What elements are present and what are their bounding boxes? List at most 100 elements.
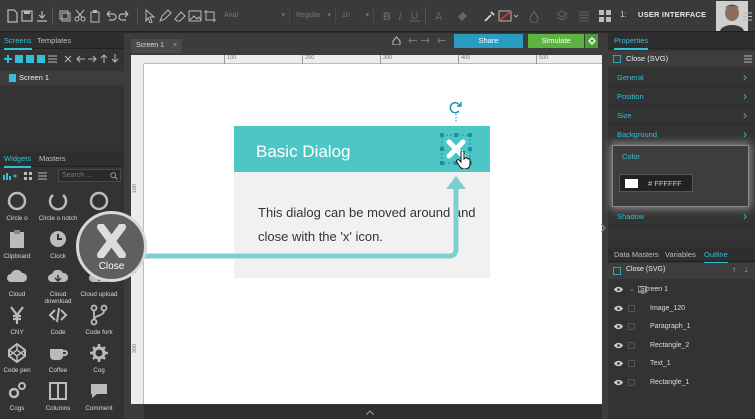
font-style-select[interactable]: Regular (292, 8, 336, 24)
nav-forward-icon[interactable] (421, 37, 430, 44)
nav-back-icon[interactable] (408, 37, 417, 44)
tab-properties[interactable]: Properties (614, 36, 649, 50)
outline-item[interactable]: Text_1 (608, 355, 755, 373)
section-background[interactable]: Background (608, 126, 755, 144)
svg-text:B: B (383, 11, 391, 23)
collapse-up-icon[interactable] (366, 410, 374, 415)
document-tab[interactable]: Screen 1 × (131, 39, 182, 53)
lock-checkbox[interactable] (628, 304, 635, 312)
tab-masters[interactable]: Masters (39, 154, 66, 163)
rotate-handle-icon[interactable] (448, 100, 464, 122)
widget-item[interactable]: Comment (79, 380, 119, 419)
section-shadow[interactable]: Shadow (608, 208, 755, 226)
underline-icon[interactable]: U (408, 9, 422, 23)
widget-search-input[interactable]: Search ... (58, 169, 121, 182)
ui-mode-label[interactable]: USER INTERFACE (638, 10, 706, 19)
tab-variables[interactable]: Variables (665, 250, 696, 259)
close-tab-icon[interactable]: × (173, 39, 177, 53)
section-general[interactable]: General (608, 69, 755, 87)
move-up-icon[interactable]: ↑ (732, 265, 736, 274)
outline-item[interactable]: ⌄ Screen 1 (608, 281, 755, 299)
outline-item[interactable]: Rectangle_1 (608, 374, 755, 392)
eye-icon[interactable] (614, 360, 623, 367)
download-icon[interactable] (35, 9, 49, 23)
eye-icon[interactable] (614, 379, 623, 386)
zoom-label[interactable]: 1: (620, 10, 627, 19)
tab-data-masters[interactable]: Data Masters (614, 250, 659, 259)
eraser-icon[interactable] (173, 9, 187, 23)
widget-item[interactable]: Cogs (0, 380, 37, 419)
align-icon[interactable] (577, 9, 591, 23)
grid-icon[interactable] (598, 9, 612, 23)
list-view-icon[interactable] (48, 55, 57, 63)
eye-icon[interactable] (614, 305, 623, 312)
italic-icon[interactable]: I (394, 9, 408, 23)
eye-icon[interactable] (614, 342, 623, 349)
font-size-select[interactable]: 10 (338, 8, 374, 24)
arrow-right-icon[interactable] (88, 55, 97, 63)
add-folder-icon[interactable] (15, 55, 23, 63)
section-size[interactable]: Size (608, 107, 755, 125)
widget-item[interactable]: Columns (38, 380, 78, 419)
dialog-header[interactable]: Basic Dialog (234, 126, 490, 172)
add-screen-icon[interactable] (4, 55, 12, 63)
element-menu-icon[interactable] (744, 55, 752, 63)
eye-icon[interactable] (614, 286, 623, 293)
screen-list-item[interactable]: Screen 1 (0, 71, 124, 85)
screen-template-icon[interactable] (37, 55, 45, 63)
image-icon[interactable] (188, 9, 202, 23)
fill-icon[interactable] (455, 9, 469, 23)
pen-tool-icon[interactable] (158, 9, 172, 23)
outline-item[interactable]: Paragraph_1 (608, 318, 755, 336)
copy-icon[interactable] (58, 9, 72, 23)
lock-checkbox[interactable] (628, 378, 635, 386)
delete-screen-icon[interactable] (64, 55, 72, 63)
new-file-icon[interactable] (5, 9, 19, 23)
expand-arrow-icon[interactable]: ⌄ (629, 281, 635, 299)
opacity-icon[interactable] (527, 9, 541, 23)
section-position[interactable]: Position (608, 88, 755, 106)
crop-icon[interactable] (203, 9, 217, 23)
font-family-select[interactable]: Arial (220, 8, 290, 24)
lock-checkbox[interactable] (628, 341, 635, 349)
layers-icon[interactable] (555, 9, 569, 23)
stroke-color-icon[interactable] (498, 9, 520, 23)
arrow-down-icon[interactable] (111, 54, 119, 63)
text-color-icon[interactable]: A (432, 9, 446, 23)
tab-templates[interactable]: Templates (37, 36, 71, 45)
lock-checkbox[interactable] (628, 360, 635, 367)
grid-view-icon[interactable] (24, 172, 32, 180)
outline-item[interactable]: Rectangle_2 (608, 337, 755, 355)
arrow-left-icon[interactable] (76, 55, 85, 63)
prev-screen-icon[interactable] (437, 37, 446, 44)
simulate-button[interactable]: Simulate (528, 34, 584, 48)
list-mode-icon[interactable] (38, 172, 47, 180)
arrow-up-icon[interactable] (100, 54, 108, 63)
outline-item[interactable]: Image_120 (608, 300, 755, 318)
color-input[interactable]: # FFFFFF (619, 174, 693, 192)
move-down-icon[interactable]: ↓ (744, 265, 748, 274)
horizontal-scrollbar[interactable] (144, 405, 602, 419)
widget-library-icon[interactable] (3, 172, 17, 181)
redo-icon[interactable] (118, 9, 132, 23)
duplicate-screen-icon[interactable] (26, 55, 34, 63)
share-button[interactable]: Share (454, 34, 523, 48)
color-swatch[interactable] (625, 179, 638, 188)
lock-checkbox[interactable] (628, 323, 635, 330)
paste-icon[interactable] (88, 9, 102, 23)
tab-screens[interactable]: Screens (4, 36, 32, 50)
undo-icon[interactable] (103, 9, 117, 23)
save-icon[interactable] (20, 9, 34, 23)
eye-icon[interactable] (614, 323, 623, 330)
bold-icon[interactable]: B (380, 9, 394, 23)
simulate-settings-button[interactable] (585, 34, 598, 48)
pointer-icon[interactable] (143, 9, 157, 23)
search-icon[interactable] (110, 172, 118, 180)
tab-outline[interactable]: Outline (704, 250, 728, 264)
eyedropper-icon[interactable] (483, 9, 497, 23)
tab-widgets[interactable]: Widgets (4, 154, 32, 168)
home-icon[interactable] (392, 36, 401, 45)
cut-icon[interactable] (73, 9, 87, 23)
menu-icon[interactable] (743, 12, 752, 21)
expand-panel-icon[interactable] (601, 224, 606, 232)
